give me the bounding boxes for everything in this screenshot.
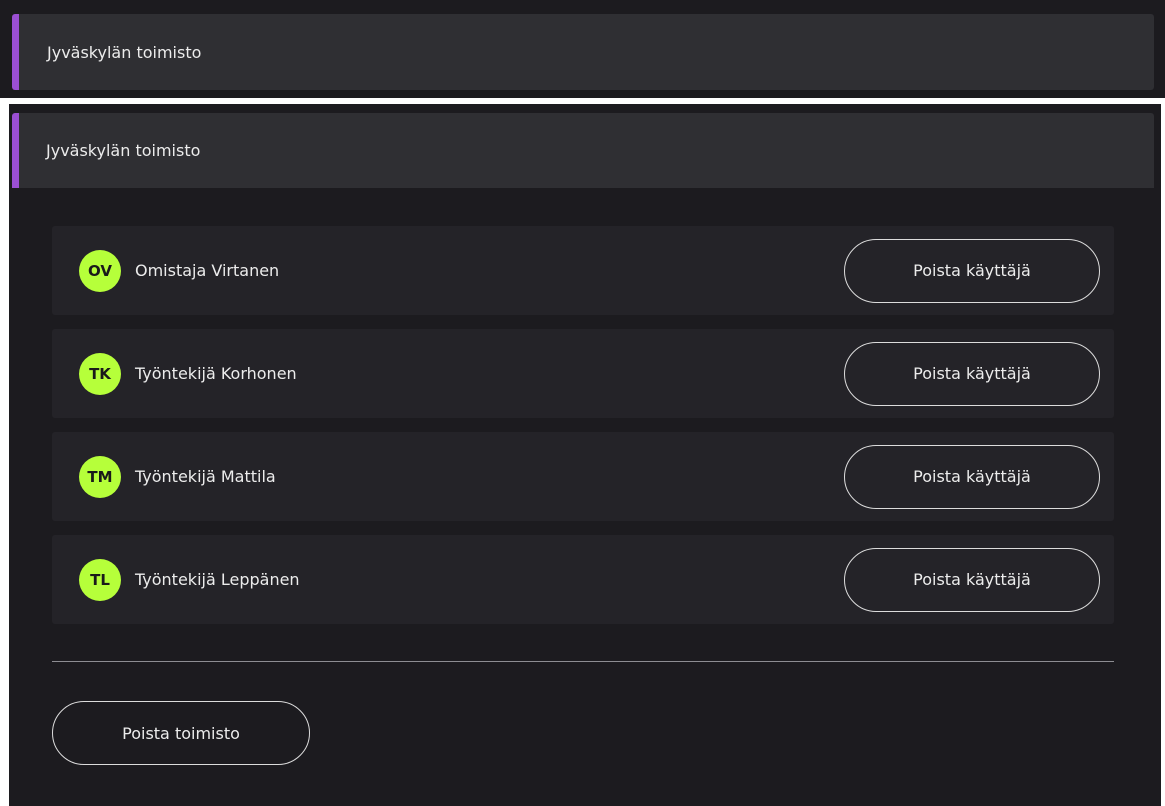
user-avatar: TL [79, 558, 121, 601]
office-header-toggle[interactable]: Jyväskylän toimisto [12, 113, 1154, 188]
user-name: Työntekijä Korhonen [135, 364, 297, 383]
user-row: OV Omistaja Virtanen Poista käyttäjä [52, 226, 1114, 315]
office-header-toggle[interactable]: Jyväskylän toimisto [12, 14, 1154, 90]
office-title: Jyväskylän toimisto [47, 42, 202, 62]
divider [52, 661, 1114, 662]
delete-office-button[interactable]: Poista toimisto [52, 701, 310, 765]
remove-user-button[interactable]: Poista käyttäjä [844, 238, 1100, 303]
office-title: Jyväskylän toimisto [46, 141, 201, 160]
user-name: Työntekijä Leppänen [135, 570, 300, 589]
remove-user-button[interactable]: Poista käyttäjä [844, 341, 1100, 406]
user-name: Työntekijä Mattila [135, 467, 276, 486]
user-row: TM Työntekijä Mattila Poista käyttäjä [52, 432, 1114, 521]
remove-user-button[interactable]: Poista käyttäjä [844, 547, 1100, 612]
user-avatar: TK [79, 352, 121, 395]
user-row: TK Työntekijä Korhonen Poista käyttäjä [52, 329, 1114, 418]
user-list: OV Omistaja Virtanen Poista käyttäjä TK … [52, 226, 1114, 638]
user-name: Omistaja Virtanen [135, 261, 280, 280]
remove-user-button[interactable]: Poista käyttäjä [844, 444, 1100, 509]
user-row: TL Työntekijä Leppänen Poista käyttäjä [52, 535, 1114, 624]
user-avatar: TM [79, 455, 121, 498]
user-avatar: OV [79, 249, 121, 292]
office-panel-collapsed: Jyväskylän toimisto [0, 0, 1165, 98]
